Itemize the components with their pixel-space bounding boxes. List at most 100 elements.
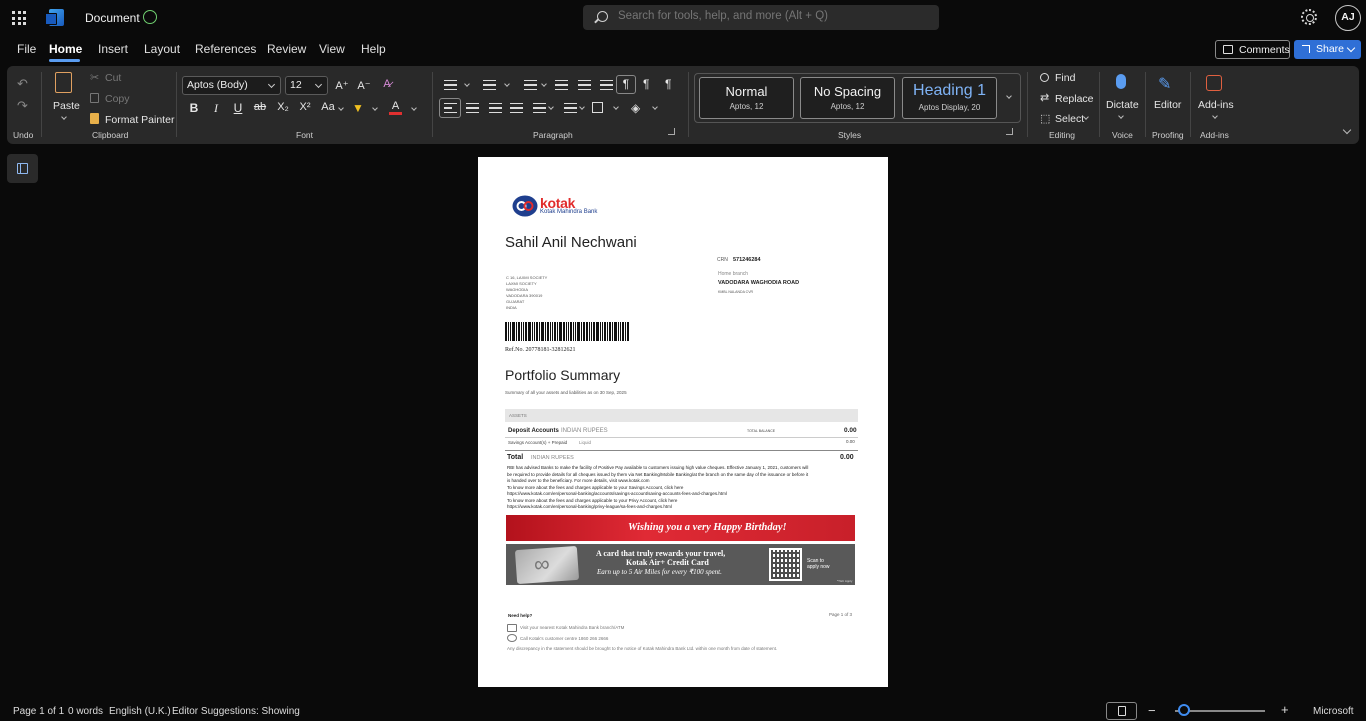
justify-icon[interactable]	[510, 103, 523, 114]
undo-icon[interactable]: ↶	[17, 76, 28, 92]
document-page[interactable]: kotak Kotak Mahindra Bank Sahil Anil Nec…	[478, 157, 888, 687]
style-sub: Aptos Display, 20	[918, 103, 981, 112]
dictate-button[interactable]: Dictate	[1106, 99, 1139, 111]
line-spacing-icon[interactable]	[533, 103, 546, 114]
help-branch-text: Visit your nearest Kotak Mahindra Bank b…	[520, 625, 625, 630]
cut-button[interactable]: Cut	[105, 72, 121, 84]
document-title[interactable]: Document	[85, 11, 140, 25]
numbering-icon[interactable]	[483, 80, 496, 91]
shading-icon[interactable]: ◈	[631, 101, 640, 115]
search-box[interactable]	[583, 5, 939, 30]
ribbon-divider	[176, 72, 177, 137]
strikethrough-icon[interactable]: ab	[252, 101, 268, 113]
select-button[interactable]: Select	[1055, 113, 1084, 125]
style-heading-1[interactable]: Heading 1 Aptos Display, 20	[902, 77, 997, 119]
italic-icon[interactable]: I	[208, 101, 224, 116]
cloud-saved-icon[interactable]	[143, 10, 157, 24]
comments-button[interactable]: Comments	[1215, 40, 1290, 59]
redo-icon[interactable]: ↷	[17, 98, 28, 114]
format-painter-button[interactable]: Format Painter	[105, 114, 174, 126]
paste-icon[interactable]	[55, 72, 72, 93]
style-no-spacing[interactable]: No Spacing Aptos, 12	[800, 77, 895, 119]
disclaimer-text: Any discrepancy in the statement should …	[507, 646, 778, 651]
align-right-icon[interactable]	[489, 103, 502, 114]
home-branch-value: VADODARA WAGHODIA ROAD	[718, 280, 800, 286]
borders-icon[interactable]	[592, 102, 603, 113]
barcode-bar	[508, 322, 509, 341]
card-banner-line1: A card that truly rewards your travel,	[596, 549, 726, 558]
tab-file[interactable]: File	[17, 42, 36, 56]
indent-arrow-icon[interactable]	[600, 80, 613, 91]
font-family-dropdown[interactable]: Aptos (Body)	[182, 76, 281, 95]
zoom-slider-thumb[interactable]	[1178, 704, 1190, 716]
app-launcher-icon[interactable]	[12, 11, 26, 25]
word-count[interactable]: 0 words	[68, 706, 103, 717]
copy-button[interactable]: Copy	[105, 93, 130, 105]
style-normal[interactable]: Normal Aptos, 12	[699, 77, 794, 119]
grow-font-icon[interactable]: A⁺	[334, 79, 350, 92]
barcode-bar	[570, 322, 572, 341]
rtl-icon[interactable]: ¶	[643, 77, 649, 91]
crn-value: 571246284	[733, 257, 761, 263]
barcode-bar	[539, 322, 540, 341]
barcode-bar	[614, 322, 617, 341]
tab-home[interactable]: Home	[49, 42, 82, 56]
ltr-icon[interactable]: ¶	[616, 75, 636, 94]
multilevel-list-icon[interactable]	[524, 80, 537, 91]
paragraph-launcher-icon[interactable]	[668, 128, 675, 135]
replace-icon: ⇄	[1040, 92, 1050, 104]
styles-group-label: Styles	[838, 130, 862, 140]
share-button[interactable]: Share	[1294, 40, 1361, 59]
focus-view-button[interactable]	[1106, 702, 1137, 720]
microsoft-brand: Microsoft	[1313, 706, 1354, 717]
underline-icon[interactable]: U	[230, 101, 246, 115]
search-input[interactable]	[618, 10, 918, 22]
font-color-icon[interactable]: A	[389, 100, 402, 115]
superscript-icon[interactable]: X²	[297, 101, 313, 113]
navigation-pane-button[interactable]	[7, 154, 38, 183]
barcode-bar	[604, 322, 606, 341]
avatar[interactable]: AJ	[1335, 5, 1361, 31]
highlight-icon[interactable]: ▼	[350, 101, 366, 115]
bold-icon[interactable]: B	[186, 101, 202, 115]
zoom-out-icon[interactable]: −	[1148, 703, 1156, 718]
tab-layout[interactable]: Layout	[144, 42, 180, 56]
tab-references[interactable]: References	[195, 42, 256, 56]
notice-line: https://www.kotak.com/en/personal-bankin…	[507, 504, 672, 509]
styles-launcher-icon[interactable]	[1006, 128, 1013, 135]
font-group-label: Font	[296, 130, 314, 140]
tab-help[interactable]: Help	[361, 42, 386, 56]
barcode-bar	[607, 322, 608, 341]
chevron-down-icon	[314, 80, 323, 89]
tab-review[interactable]: Review	[267, 42, 306, 56]
comments-label: Comments	[1239, 44, 1290, 56]
settings-gear-icon[interactable]	[1301, 9, 1317, 25]
paste-button[interactable]: Paste	[53, 100, 80, 112]
paragraph-spacing-icon[interactable]	[564, 103, 577, 114]
subscript-icon[interactable]: X₂	[275, 101, 291, 113]
align-center-icon[interactable]	[466, 103, 479, 114]
show-marks-icon[interactable]: ¶	[665, 77, 671, 91]
title-bar: Document AJ	[0, 0, 1366, 36]
shrink-font-icon[interactable]: A⁻	[356, 79, 372, 92]
page-count[interactable]: Page 1 of 1	[13, 706, 64, 717]
addins-button[interactable]: Add-ins	[1198, 99, 1234, 111]
editor-button[interactable]: Editor	[1154, 99, 1181, 111]
tab-insert[interactable]: Insert	[98, 42, 128, 56]
deposit-accounts-label: Deposit Accounts	[508, 428, 559, 434]
zoom-in-icon[interactable]: +	[1281, 702, 1289, 717]
barcode-bar	[586, 322, 588, 341]
increase-indent-icon[interactable]	[578, 80, 591, 91]
barcode-bar	[581, 322, 582, 341]
editor-suggestions[interactable]: Editor Suggestions: Showing	[172, 706, 300, 717]
barcode-bar	[622, 322, 624, 341]
change-case-icon[interactable]: Aa	[320, 101, 336, 113]
bullets-icon[interactable]	[444, 80, 457, 91]
clear-formatting-icon[interactable]: A̷	[379, 78, 395, 90]
decrease-indent-icon[interactable]	[555, 80, 568, 91]
replace-button[interactable]: Replace	[1055, 93, 1094, 105]
font-size-dropdown[interactable]: 12	[285, 76, 328, 95]
language[interactable]: English (U.K.)	[109, 706, 171, 717]
find-button[interactable]: Find	[1055, 72, 1075, 84]
tab-view[interactable]: View	[319, 42, 345, 56]
